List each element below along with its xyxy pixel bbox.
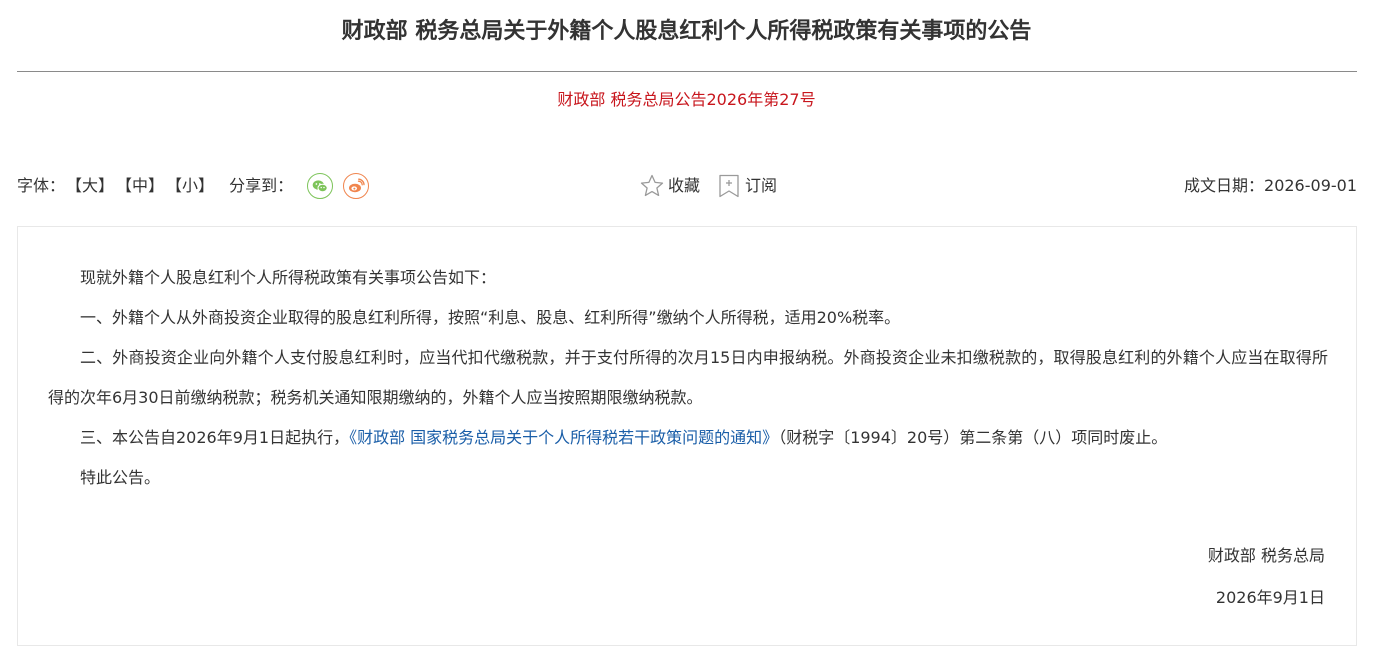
- font-size-label: 字体：: [17, 176, 66, 195]
- issue-date-label: 成文日期：: [1184, 176, 1265, 195]
- article-toolbar: 字体： 【大】 【中】 【小】 分享到： 收藏 订阅 成文日期：2026-09-…: [17, 168, 1357, 204]
- star-icon: [640, 174, 664, 197]
- font-and-share-controls: 字体： 【大】 【中】 【小】 分享到：: [17, 168, 370, 204]
- article-actions: 收藏 订阅: [639, 168, 793, 204]
- wechat-icon: [312, 180, 328, 193]
- page-title: 财政部 税务总局关于外籍个人股息红利个人所得税政策有关事项的公告: [341, 19, 1032, 44]
- article-item-3: 三、本公告自2026年9月1日起执行，《财政部 国家税务总局关于个人所得税若干政…: [48, 418, 1328, 458]
- closing-paragraph: 特此公告。: [80, 468, 161, 487]
- subscribe-label: 订阅: [745, 176, 778, 195]
- referenced-notice-link[interactable]: 《财政部 国家税务总局关于个人所得税若干政策问题的通知》: [349, 428, 778, 447]
- document-number: 财政部 税务总局公告2026年第27号: [557, 90, 816, 109]
- item-3-prefix: 三、本公告自2026年9月1日起执行，: [80, 428, 350, 447]
- subscribe-button[interactable]: 订阅: [716, 168, 777, 204]
- item-3-suffix: （财税字〔1994〕20号）第二条第（八）项同时废止。: [778, 428, 1168, 447]
- favorite-button[interactable]: 收藏: [639, 168, 700, 204]
- share-weibo-button[interactable]: [343, 173, 370, 199]
- article-text: 现就外籍个人股息红利个人所得税政策有关事项公告如下： 一、外籍个人从外商投资企业…: [48, 258, 1328, 498]
- article-item-2: 二、外商投资企业向外籍个人支付股息红利时，应当代扣代缴税款，并于支付所得的次月1…: [48, 348, 1328, 407]
- article-body: 现就外籍个人股息红利个人所得税政策有关事项公告如下： 一、外籍个人从外商投资企业…: [17, 226, 1357, 646]
- title-divider: [17, 71, 1357, 72]
- issue-date: 成文日期：2026-09-01: [1184, 168, 1357, 204]
- signature-issuer: 财政部 税务总局: [1207, 546, 1325, 565]
- share-wechat-button[interactable]: [307, 173, 334, 199]
- favorite-label: 收藏: [668, 176, 701, 195]
- intro-paragraph: 现就外籍个人股息红利个人所得税政策有关事项公告如下：: [80, 268, 497, 287]
- share-label: 分享到：: [229, 176, 294, 195]
- weibo-icon: [349, 178, 365, 193]
- font-size-small-button[interactable]: 【小】: [166, 168, 214, 204]
- font-size-medium-button[interactable]: 【中】: [116, 168, 164, 204]
- font-size-large-button[interactable]: 【大】: [66, 168, 114, 204]
- article-item-1: 一、外籍个人从外商投资企业取得的股息红利所得，按照“利息、股息、红利所得”缴纳个…: [80, 308, 901, 327]
- bookmark-plus-icon: [719, 174, 739, 198]
- issue-date-value: 2026-09-01: [1264, 176, 1357, 195]
- signature-date: 2026年9月1日: [1215, 588, 1325, 607]
